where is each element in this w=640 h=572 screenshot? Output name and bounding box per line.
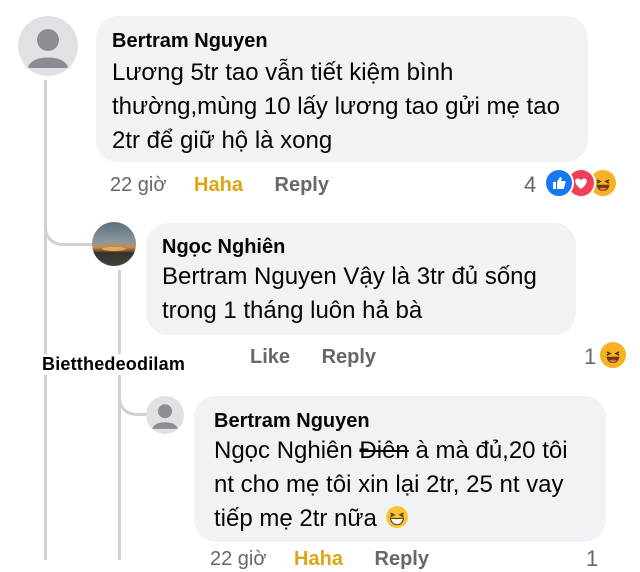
comment-author[interactable]: Bertram Nguyen <box>112 30 268 53</box>
reaction-icons[interactable] <box>598 340 628 370</box>
comment-meta: Like Reply <box>250 346 376 369</box>
comment-text-line: Bertram Nguyen Vậy là 3tr đủ sống <box>162 263 537 290</box>
comment-text-line: thường,mùng 10 lấy lương tao gửi mẹ tao <box>112 93 560 120</box>
avatar[interactable] <box>18 16 78 76</box>
reaction-count[interactable]: 4 <box>524 172 536 198</box>
grinning-squint-emoji <box>385 505 409 529</box>
haha-reaction-button[interactable]: Haha <box>294 548 343 570</box>
comment-author[interactable]: Bertram Nguyen <box>214 410 370 433</box>
reply-button[interactable]: Reply <box>375 548 429 570</box>
comment-meta: 22 giờ Haha Reply <box>110 174 329 197</box>
default-avatar-icon <box>28 29 68 68</box>
comment-text-line: trong 1 tháng luôn hả bà <box>162 297 423 324</box>
reaction-count[interactable]: 1 <box>586 546 598 572</box>
thread-line-main <box>44 80 47 560</box>
reaction-count[interactable]: 1 <box>584 344 596 370</box>
default-avatar-icon <box>152 404 178 429</box>
haha-reaction-icon <box>598 340 628 370</box>
comment-text-fragment: tiếp mẹ 2tr nữa <box>214 505 377 532</box>
comment-author[interactable]: Ngọc Nghiên <box>162 236 285 259</box>
avatar[interactable] <box>146 396 184 434</box>
comment-text-line: Ngọc Nghiên Điên à mà đủ,20 tôi <box>214 434 568 468</box>
sunset-photo-icon <box>92 247 136 266</box>
reply-button[interactable]: Reply <box>322 346 376 368</box>
comment-text-line: tiếp mẹ 2tr nữa <box>214 502 409 536</box>
like-button[interactable]: Like <box>250 346 290 368</box>
watermark-text: Bietthedeodilam <box>40 354 188 375</box>
thread-line-curve-1 <box>44 215 97 246</box>
comment-timestamp[interactable]: 22 giờ <box>110 174 166 196</box>
comment-text-line: Lương 5tr tao vẫn tiết kiệm bình <box>112 59 454 86</box>
like-reaction-icon <box>544 168 574 198</box>
haha-reaction-button[interactable]: Haha <box>194 174 243 196</box>
reaction-icons[interactable] <box>544 168 618 198</box>
comment-text-line: nt cho mẹ tôi xin lại 2tr, 25 nt vay <box>214 471 564 498</box>
struck-word: Điên <box>359 437 409 464</box>
mention-link[interactable]: Ngọc Nghiên <box>214 437 353 464</box>
comment-timestamp[interactable]: 22 giờ <box>210 548 266 570</box>
comment-text-fragment: à mà đủ,20 tôi <box>408 437 568 464</box>
reply-button[interactable]: Reply <box>275 174 329 196</box>
thread-line-sub <box>118 270 121 560</box>
avatar[interactable] <box>92 222 136 266</box>
comment-text-line: 2tr để giữ hộ là xong <box>112 127 333 154</box>
